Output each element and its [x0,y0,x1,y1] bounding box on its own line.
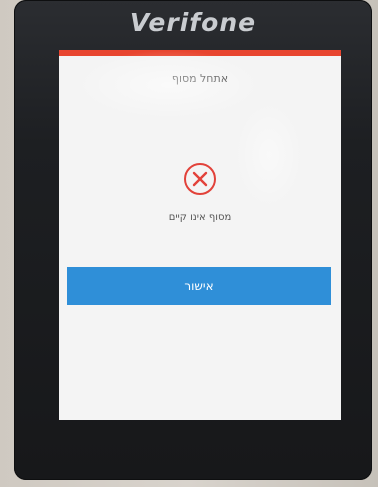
terminal-screen: אתחל מסוף מסוף אינו קיים אישור [59,50,341,420]
x-circle-icon [184,163,216,195]
payment-terminal: Verifone אתחל מסוף מסוף אינו קיים אישור [14,0,372,480]
screen-top-bar [59,50,341,56]
brand-logo: Verifone [129,8,257,37]
screen-title: אתחל מסוף [171,72,229,85]
error-message: מסוף אינו קיים [168,212,232,223]
confirm-button[interactable]: אישור [67,267,331,305]
